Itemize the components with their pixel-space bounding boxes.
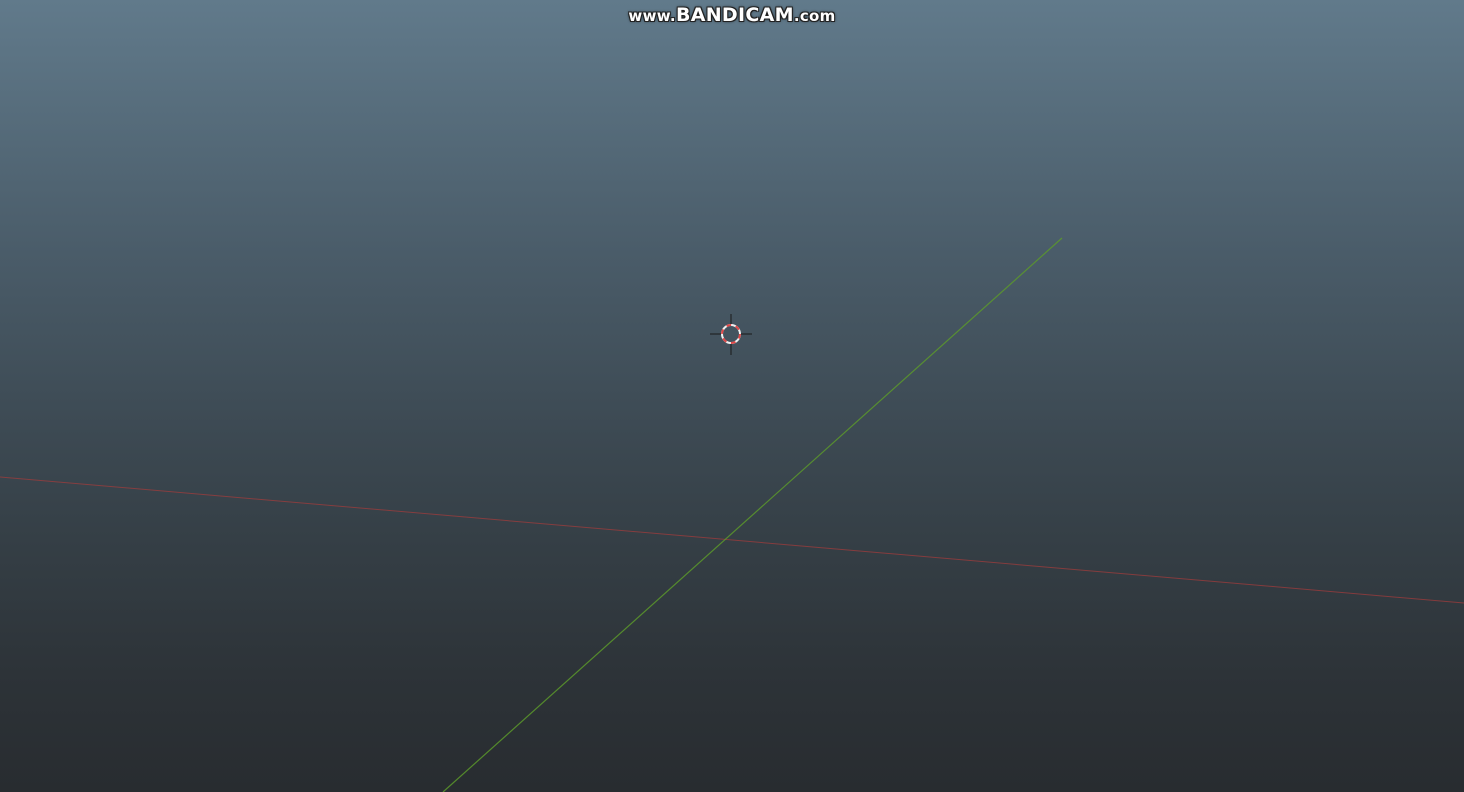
x-axis-line [0,476,1464,604]
3d-viewport[interactable]: www.BANDICAM.com [0,0,1464,792]
watermark-suffix: .com [793,7,836,25]
y-axis-line [442,237,1063,792]
scene-overlay [0,237,1464,792]
watermark-brand: BANDICAM [675,4,794,26]
3d-cursor-icon[interactable] [710,314,752,355]
watermark-prefix: www. [628,7,676,25]
bandicam-watermark: www.BANDICAM.com [0,4,1464,26]
